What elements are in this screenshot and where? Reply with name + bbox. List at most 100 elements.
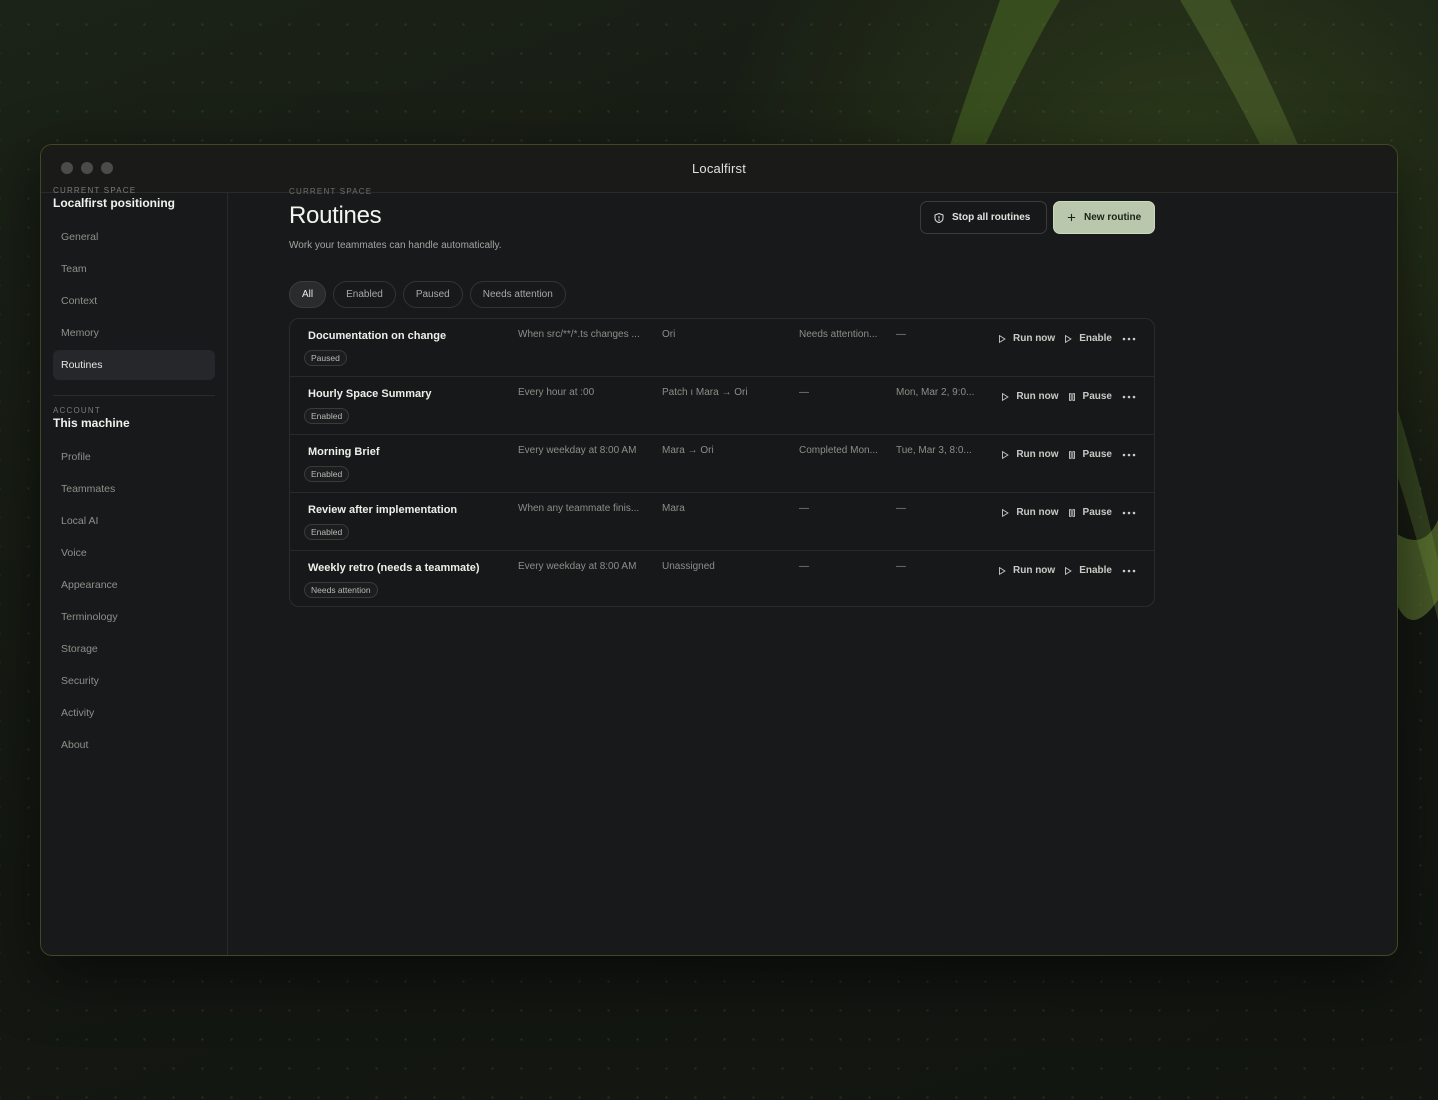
toggle-label: Enable (1079, 565, 1112, 576)
play-icon (1002, 450, 1010, 459)
routine-name: Weekly retro (needs a teammate) (308, 562, 480, 574)
app-window: Localfirst CURRENT SPACE Localfirst posi… (40, 144, 1398, 956)
plus-icon (1067, 213, 1076, 222)
run-now-button[interactable]: Run now (1000, 507, 1059, 518)
pause-icon (1068, 392, 1075, 401)
routine-next-run: Tue, Mar 3, 8:0... (896, 445, 972, 456)
stop-all-routines-button[interactable]: Stop all routines (920, 201, 1047, 234)
sidebar-item-appearance[interactable]: Appearance (53, 570, 215, 600)
routine-teammates: Ori (662, 329, 676, 340)
run-now-button[interactable]: Run now (997, 565, 1055, 576)
status-badge: Needs attention (304, 582, 378, 598)
routine-row[interactable]: Morning Brief Enabled Every weekday at 8:0… (290, 435, 1154, 493)
sidebar-item-voice[interactable]: Voice (53, 538, 215, 568)
sidebar-item-context[interactable]: Context (53, 286, 215, 316)
play-icon (1002, 392, 1010, 401)
toggle-label: Pause (1082, 391, 1112, 402)
more-options-button[interactable] (1120, 337, 1138, 341)
routine-actions: Run now Pause (1000, 449, 1138, 460)
routine-name: Morning Brief (308, 446, 380, 458)
routine-trigger: Every weekday at 8:00 AM (518, 561, 637, 572)
sidebar-item-teammates[interactable]: Teammates (53, 474, 215, 504)
workspace-title: Localfirst positioning (53, 196, 175, 210)
run-now-label: Run now (1016, 449, 1059, 460)
title-bar: Localfirst (41, 145, 1397, 193)
zoom-window-button[interactable] (101, 162, 113, 174)
sidebar-divider (53, 395, 215, 396)
more-icon (1122, 453, 1136, 456)
run-now-button[interactable]: Run now (1000, 391, 1059, 402)
routine-last-run: — (799, 503, 809, 514)
toggle-label: Pause (1082, 449, 1112, 460)
pause-button[interactable]: Pause (1067, 449, 1112, 460)
page-title: Routines (289, 202, 382, 229)
routine-next-run: — (896, 561, 906, 572)
routine-last-run: — (799, 387, 809, 398)
routines-table: Documentation on change Paused When src/**… (289, 318, 1155, 607)
sidebar-item-local-ai[interactable]: Local AI (53, 506, 215, 536)
close-window-button[interactable] (61, 162, 73, 174)
routine-next-run: Mon, Mar 2, 9:0... (896, 387, 975, 398)
account-title: This machine (53, 416, 130, 430)
play-icon (999, 566, 1006, 575)
sidebar-item-routines[interactable]: Routines (53, 350, 215, 380)
filter-chip-paused[interactable]: Paused (402, 281, 463, 308)
sidebar-item-general[interactable]: General (53, 222, 215, 252)
pause-button[interactable]: Pause (1067, 391, 1112, 402)
status-badge: Enabled (304, 408, 350, 424)
routine-row[interactable]: Weekly retro (needs a teammate) Needs att… (290, 551, 1154, 606)
more-options-button[interactable] (1120, 569, 1138, 573)
sidebar-item-activity[interactable]: Activity (53, 698, 215, 728)
filter-chip-enabled[interactable]: Enabled (333, 281, 396, 308)
window-title: Localfirst (691, 161, 747, 176)
routine-actions: Run now Enable (997, 333, 1138, 344)
sidebar-item-storage[interactable]: Storage (53, 634, 215, 664)
filter-chip-all[interactable]: All (289, 281, 327, 308)
more-icon (1122, 337, 1136, 340)
window-controls (61, 162, 113, 174)
account-nav: Profile Teammates Local AI Voice Appearance T… (53, 442, 215, 760)
routine-trigger: Every hour at :00 (518, 387, 595, 398)
more-icon (1122, 511, 1136, 514)
run-now-label: Run now (1016, 507, 1059, 518)
more-options-button[interactable] (1120, 511, 1138, 515)
page-subtitle: Work your teammates can handle automatic… (289, 240, 502, 251)
sidebar-item-memory[interactable]: Memory (53, 318, 215, 348)
routine-row[interactable]: Review after implementation Enabled When a… (290, 493, 1154, 551)
toggle-label: Enable (1079, 333, 1112, 344)
routine-row[interactable]: Documentation on change Paused When src/**… (290, 319, 1154, 377)
settings-sidebar: CURRENT SPACE Localfirst positioning Gen… (41, 186, 228, 955)
status-badge: Enabled (304, 466, 350, 482)
enable-button[interactable]: Enable (1063, 565, 1112, 576)
run-now-button[interactable]: Run now (997, 333, 1055, 344)
routine-teammates: Mara → Ori (662, 445, 714, 456)
pause-icon (1068, 450, 1075, 459)
more-icon (1122, 395, 1136, 398)
sidebar-item-team[interactable]: Team (53, 254, 215, 284)
filter-chip-needs-attention[interactable]: Needs attention (469, 281, 566, 308)
routine-trigger: Every weekday at 8:00 AM (518, 445, 637, 456)
account-section-label: ACCOUNT (53, 406, 101, 415)
routine-name: Hourly Space Summary (308, 388, 432, 400)
more-options-button[interactable] (1120, 453, 1138, 457)
routine-teammates: Mara (662, 503, 685, 514)
sidebar-item-profile[interactable]: Profile (53, 442, 215, 472)
run-now-label: Run now (1012, 565, 1056, 576)
pause-button[interactable]: Pause (1067, 507, 1112, 518)
play-icon (1065, 334, 1072, 343)
routine-name: Review after implementation (308, 504, 458, 516)
routine-row[interactable]: Hourly Space Summary Enabled Every hour at… (290, 377, 1154, 435)
minimize-window-button[interactable] (81, 162, 93, 174)
new-routine-button[interactable]: New routine (1053, 201, 1155, 234)
sidebar-item-about[interactable]: About (53, 730, 215, 760)
routine-last-run: Completed Mon... (799, 445, 878, 456)
more-options-button[interactable] (1120, 395, 1138, 399)
shield-icon (934, 212, 944, 223)
pause-icon (1068, 508, 1075, 517)
sidebar-item-terminology[interactable]: Terminology (53, 602, 215, 632)
sidebar-item-security[interactable]: Security (53, 666, 215, 696)
run-now-button[interactable]: Run now (1000, 449, 1059, 460)
run-now-label: Run now (1012, 333, 1056, 344)
enable-button[interactable]: Enable (1063, 333, 1112, 344)
main-content: CURRENT SPACE Routines Work your teammat… (228, 187, 1397, 955)
